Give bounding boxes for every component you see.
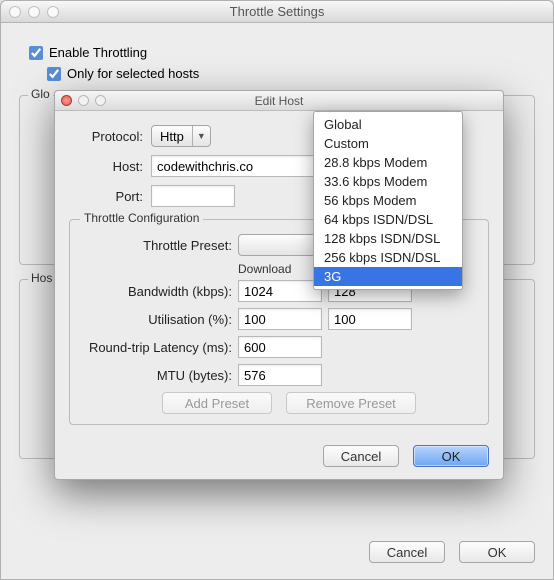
dropdown-item[interactable]: Global: [314, 115, 462, 134]
protocol-select[interactable]: Http ▼: [151, 125, 211, 147]
utilisation-download-input[interactable]: [238, 308, 322, 330]
dropdown-item[interactable]: 64 kbps ISDN/DSL: [314, 210, 462, 229]
sheet-traffic-lights: [61, 95, 106, 106]
throttle-config-legend: Throttle Configuration: [80, 211, 203, 225]
edit-host-dialog: Edit Host Protocol: Http ▼ Host: Port: T…: [54, 90, 504, 480]
sheet-minimize-icon[interactable]: [78, 95, 89, 106]
main-footer: Cancel OK: [369, 541, 535, 563]
bandwidth-label: Bandwidth (kbps):: [82, 284, 232, 299]
dropdown-item[interactable]: 256 kbps ISDN/DSL: [314, 248, 462, 267]
utilisation-upload-input[interactable]: [328, 308, 412, 330]
enable-throttling-row[interactable]: Enable Throttling: [29, 45, 535, 60]
chevron-down-icon: ▼: [192, 126, 210, 146]
sheet-title: Edit Host: [55, 94, 503, 108]
host-label: Host:: [69, 159, 143, 174]
port-input[interactable]: [151, 185, 235, 207]
minimize-icon[interactable]: [28, 6, 40, 18]
mtu-input[interactable]: [238, 364, 322, 386]
throttle-preset-dropdown[interactable]: GlobalCustom28.8 kbps Modem33.6 kbps Mod…: [313, 111, 463, 290]
main-titlebar: Throttle Settings: [1, 1, 553, 23]
sheet-cancel-button[interactable]: Cancel: [323, 445, 399, 467]
dropdown-item[interactable]: 3G: [314, 267, 462, 286]
mtu-label: MTU (bytes):: [82, 368, 232, 383]
sheet-footer: Cancel OK: [69, 435, 489, 467]
sheet-zoom-icon[interactable]: [95, 95, 106, 106]
enable-throttling-label: Enable Throttling: [49, 45, 147, 60]
protocol-label: Protocol:: [69, 129, 143, 144]
enable-throttling-checkbox[interactable]: [29, 46, 43, 60]
bandwidth-download-input[interactable]: [238, 280, 322, 302]
sheet-close-icon[interactable]: [61, 95, 72, 106]
rtt-input[interactable]: [238, 336, 322, 358]
main-window-title: Throttle Settings: [1, 4, 553, 19]
dropdown-item[interactable]: 128 kbps ISDN/DSL: [314, 229, 462, 248]
dropdown-item[interactable]: Custom: [314, 134, 462, 153]
global-groupbox-legend: Glo: [28, 87, 53, 101]
sheet-ok-button[interactable]: OK: [413, 445, 489, 467]
main-ok-button[interactable]: OK: [459, 541, 535, 563]
only-selected-row[interactable]: Only for selected hosts: [47, 66, 535, 81]
hosts-groupbox-legend: Hos: [28, 271, 55, 285]
throttle-preset-label: Throttle Preset:: [82, 238, 232, 253]
protocol-value: Http: [152, 126, 192, 146]
main-cancel-button[interactable]: Cancel: [369, 541, 445, 563]
rtt-label: Round-trip Latency (ms):: [82, 340, 232, 355]
dropdown-item[interactable]: 56 kbps Modem: [314, 191, 462, 210]
dropdown-item[interactable]: 28.8 kbps Modem: [314, 153, 462, 172]
remove-preset-button[interactable]: Remove Preset: [286, 392, 416, 414]
dropdown-item[interactable]: 33.6 kbps Modem: [314, 172, 462, 191]
close-icon[interactable]: [9, 6, 21, 18]
add-preset-button[interactable]: Add Preset: [162, 392, 272, 414]
main-traffic-lights: [9, 6, 59, 18]
utilisation-label: Utilisation (%):: [82, 312, 232, 327]
port-label: Port:: [69, 189, 143, 204]
sheet-titlebar: Edit Host: [55, 91, 503, 111]
zoom-icon[interactable]: [47, 6, 59, 18]
only-selected-label: Only for selected hosts: [67, 66, 199, 81]
only-selected-checkbox[interactable]: [47, 67, 61, 81]
